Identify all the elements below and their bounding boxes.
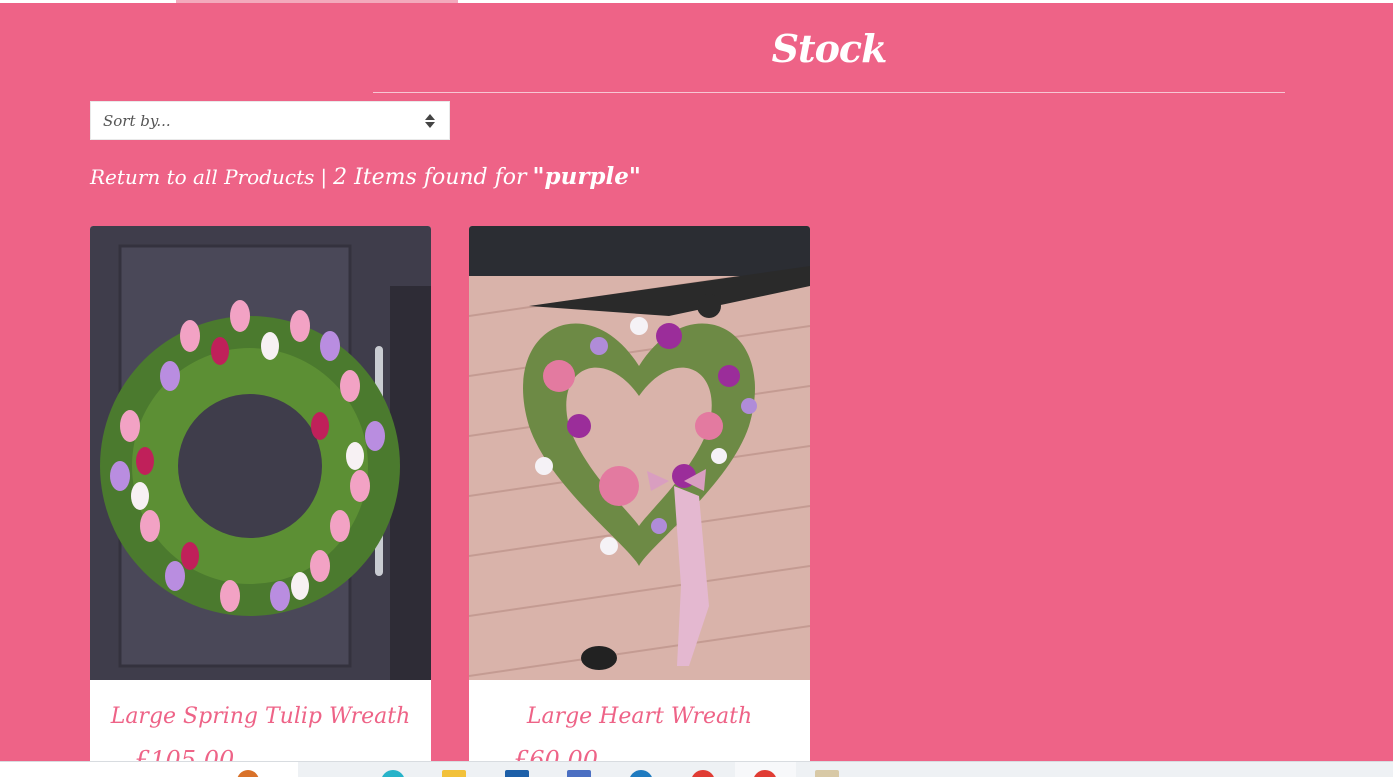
return-to-all-products-link[interactable]: Return to all Products (90, 165, 314, 189)
page-title: Stock (771, 26, 888, 71)
title-divider (373, 92, 1285, 93)
product-card[interactable]: Large Heart Wreath £60.00 (469, 226, 810, 777)
results-separator: | (320, 165, 328, 189)
results-summary: Return to all Products | 2 Items found f… (90, 163, 641, 195)
product-name[interactable]: Large Heart Wreath (469, 704, 810, 729)
product-image[interactable] (469, 226, 810, 680)
product-name[interactable]: Large Spring Tulip Wreath (90, 704, 431, 729)
product-image[interactable] (90, 226, 431, 680)
product-card[interactable]: Large Spring Tulip Wreath £105.00 (90, 226, 431, 777)
sort-select-value: Sort by... (103, 111, 171, 130)
app-icon-red[interactable] (691, 770, 715, 777)
edge-icon[interactable] (381, 770, 405, 777)
top-nav-active-indicator (176, 0, 458, 3)
top-nav-bar (0, 0, 1393, 3)
sort-arrows-icon (425, 113, 435, 129)
app-icon-stack[interactable] (567, 770, 591, 777)
app-icon-blue[interactable] (505, 770, 529, 777)
file-explorer-icon[interactable] (442, 770, 466, 777)
taskbar (0, 761, 1393, 777)
results-count: 2 Items found for (333, 165, 527, 190)
results-query: "purple" (532, 163, 641, 190)
app-icon-circle-blue[interactable] (629, 770, 653, 777)
app-icon-folder[interactable] (815, 770, 839, 777)
sort-select[interactable]: Sort by... (90, 101, 450, 140)
